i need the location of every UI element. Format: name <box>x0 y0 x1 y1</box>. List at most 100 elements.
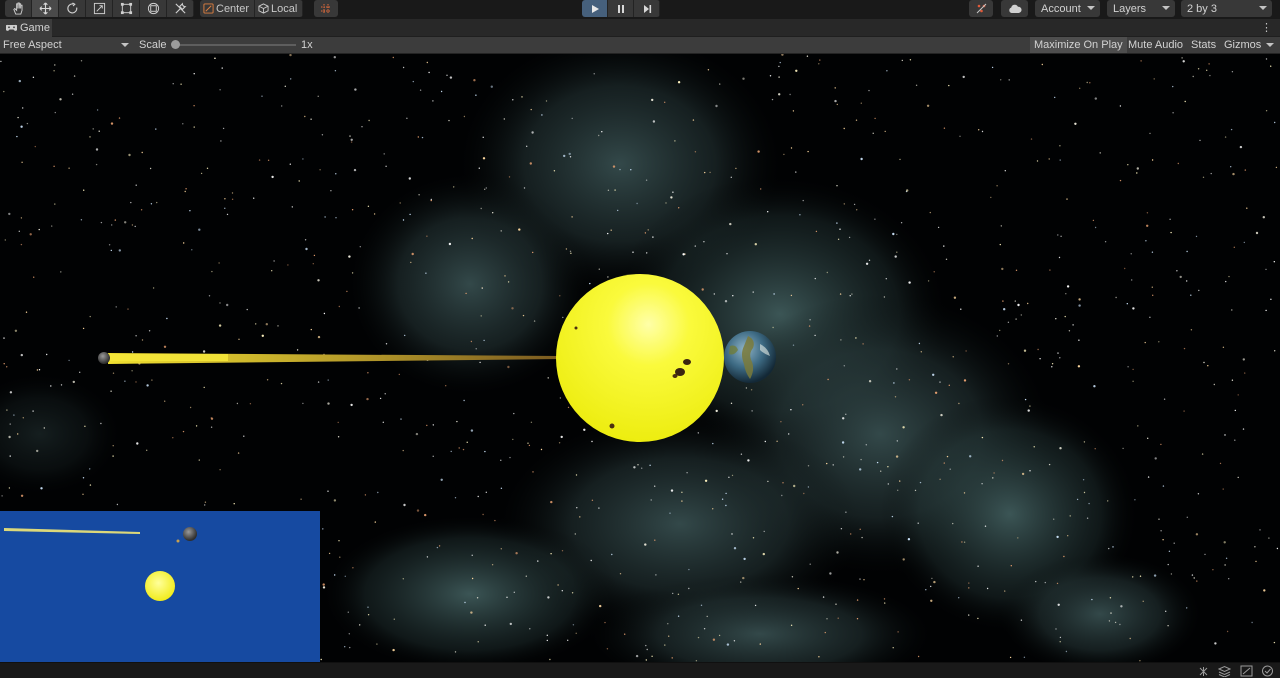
star <box>60 271 62 273</box>
scale-tool-button[interactable] <box>86 0 113 17</box>
star <box>778 76 780 78</box>
star <box>513 591 515 593</box>
star <box>826 271 828 274</box>
pivot-mode-button[interactable]: Center <box>200 0 256 17</box>
star <box>317 381 320 383</box>
star <box>807 486 810 488</box>
star <box>470 611 473 614</box>
star <box>38 369 41 371</box>
star <box>943 245 945 247</box>
star <box>841 441 845 444</box>
layers-stack-icon[interactable] <box>1218 665 1231 677</box>
star <box>6 366 8 368</box>
star <box>426 235 428 237</box>
star <box>267 159 270 161</box>
scale-slider-track[interactable] <box>174 44 296 46</box>
star <box>703 628 706 630</box>
check-circle-icon[interactable] <box>1261 665 1274 677</box>
star <box>220 140 222 142</box>
aspect-dropdown[interactable]: Free Aspect <box>0 37 133 53</box>
star <box>725 492 727 495</box>
star <box>981 483 983 485</box>
star <box>1209 74 1211 77</box>
star <box>348 255 351 258</box>
star <box>51 225 53 227</box>
star <box>565 248 568 250</box>
layout-dropdown[interactable]: 2 by 3 <box>1181 0 1272 17</box>
star <box>788 433 790 435</box>
step-button[interactable] <box>634 0 660 17</box>
star <box>1055 628 1057 630</box>
scale-slider-handle[interactable] <box>171 40 180 49</box>
custom-tool-button[interactable] <box>167 0 194 17</box>
collab-button[interactable] <box>969 0 993 17</box>
network-icon[interactable] <box>1240 665 1253 677</box>
star <box>590 559 592 562</box>
star <box>959 135 961 137</box>
mute-audio-toggle[interactable]: Mute Audio <box>1124 37 1187 53</box>
account-dropdown[interactable]: Account <box>1035 0 1100 17</box>
gizmos-chevron-icon[interactable] <box>1266 43 1274 47</box>
star <box>1049 269 1051 271</box>
star <box>1234 409 1237 412</box>
star <box>72 380 76 384</box>
star <box>1263 589 1266 592</box>
star <box>591 440 593 443</box>
main-toolbar: Center Local Account Layers 2 by 3 <box>0 0 1280 19</box>
star <box>776 440 778 442</box>
star <box>790 409 792 411</box>
star <box>929 211 931 214</box>
star <box>1030 138 1033 140</box>
star <box>392 56 394 59</box>
star <box>999 243 1001 246</box>
star <box>1231 309 1233 311</box>
star <box>512 99 514 101</box>
star <box>654 485 656 487</box>
chevron-down-icon <box>1162 6 1170 10</box>
star <box>644 232 647 234</box>
star <box>1145 240 1147 242</box>
star <box>591 499 594 501</box>
star <box>367 372 369 374</box>
star <box>198 228 201 231</box>
star <box>778 65 780 68</box>
maximize-on-play-toggle[interactable]: Maximize On Play <box>1030 37 1127 53</box>
tab-game[interactable]: Game <box>0 19 52 37</box>
star <box>1086 81 1088 84</box>
rect-tool-button[interactable] <box>113 0 140 17</box>
star <box>641 467 643 469</box>
cloud-button[interactable] <box>1001 0 1028 17</box>
pause-button[interactable] <box>608 0 634 17</box>
star <box>1078 339 1080 341</box>
star <box>729 222 732 226</box>
transform-tool-button[interactable] <box>140 0 167 17</box>
move-tool-button[interactable] <box>32 0 59 17</box>
star <box>853 203 856 206</box>
star <box>730 402 733 404</box>
game-controller-icon <box>6 24 17 31</box>
star <box>68 167 70 169</box>
game-viewport[interactable] <box>0 54 1280 662</box>
gizmos-toggle[interactable]: Gizmos <box>1220 37 1265 53</box>
star <box>1172 85 1174 88</box>
hand-tool-button[interactable] <box>5 0 32 17</box>
grid-snap-button[interactable] <box>314 0 338 17</box>
star <box>650 499 652 501</box>
star <box>803 492 805 495</box>
star <box>571 216 573 218</box>
star <box>677 593 680 595</box>
tab-options-icon[interactable]: ⋮ <box>1261 22 1272 34</box>
pivot-rotation-button[interactable]: Local <box>255 0 304 17</box>
star <box>977 617 979 620</box>
bug-icon[interactable] <box>1197 665 1210 677</box>
star <box>253 197 255 199</box>
layers-dropdown[interactable]: Layers <box>1107 0 1175 17</box>
stats-toggle[interactable]: Stats <box>1187 37 1220 53</box>
chevron-down-icon <box>1259 6 1267 10</box>
star <box>231 198 234 200</box>
star <box>261 334 264 337</box>
rotate-tool-button[interactable] <box>59 0 86 17</box>
star <box>1053 518 1055 520</box>
play-button[interactable] <box>582 0 608 17</box>
star <box>897 631 899 633</box>
